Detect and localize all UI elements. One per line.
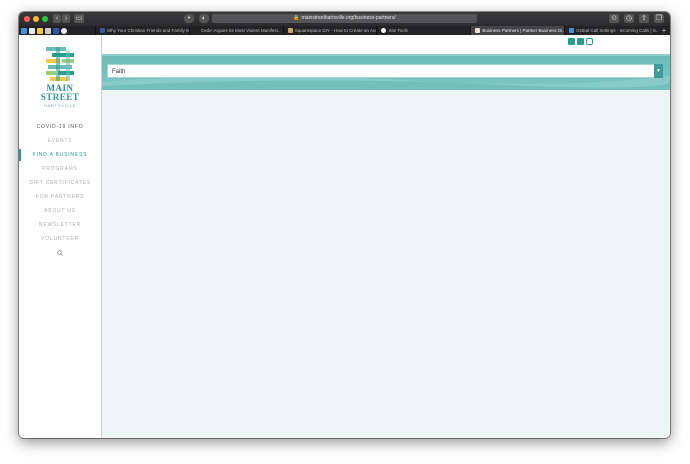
tab-favicon [287,28,293,33]
browser-tab-active[interactable]: Business Partners | Partner Business Di.… [470,26,565,35]
main-content: Faith ▼ [102,35,670,438]
pinned-tab-icon[interactable] [21,27,27,34]
tab-favicon [569,28,575,33]
browser-window: ‹ › ▭ • ◐ 🔒 mainstreethartsville.org/busi… [19,12,670,438]
tab-favicon [193,28,199,33]
address-bar[interactable]: 🔒 mainstreethartsville.org/business-partn… [212,14,477,23]
back-button[interactable]: ‹ [53,14,61,23]
browser-tab[interactable]: Cede' Argues Its Most Violent Manifest..… [188,26,283,35]
chevron-down-icon[interactable]: ▼ [654,64,663,78]
nav-programs[interactable]: PROGRAMS [19,166,101,172]
category-select[interactable]: Faith ▼ [107,64,663,78]
tab-favicon [475,28,481,33]
search-icon[interactable] [57,250,63,256]
browser-tab[interactable]: Global Call Settings - Incoming Calls | … [564,26,658,35]
pinned-tabs [19,26,95,35]
nav-about-us[interactable]: ABOUT US [19,208,101,214]
maximize-window-button[interactable] [42,16,48,22]
browser-titlebar: ‹ › ▭ • ◐ 🔒 mainstreethartsville.org/busi… [19,12,670,26]
tabs-overview-icon[interactable]: ❐ [654,14,664,23]
pinned-tab-icon[interactable] [37,27,43,34]
minimize-window-button[interactable] [33,16,39,22]
close-window-button[interactable] [24,16,30,22]
nav-gift-certificates[interactable]: GIFT CERTIFICATES [19,180,101,186]
instagram-icon[interactable] [586,38,593,45]
lock-icon: 🔒 [293,15,300,21]
logo-line-hartsville: HARTSVILLE [43,103,77,108]
top-strip [102,35,670,54]
tab-favicon [381,28,387,33]
downloads-icon[interactable]: ⊙ [609,14,619,23]
site-sidebar: MAIN STREET HARTSVILLE COVID-19 INFO EVE… [19,35,102,438]
category-select-value: Faith [112,69,126,75]
page-viewport: MAIN STREET HARTSVILLE COVID-19 INFO EVE… [19,35,670,438]
pinned-tab-icon[interactable] [61,27,67,34]
twitter-icon[interactable] [577,38,584,45]
filter-band: Faith ▼ [102,54,670,90]
logo-line-street: STREET [40,92,80,102]
pinned-tab-icon[interactable] [45,27,51,34]
sidebar-toggle-icon[interactable]: ▭ [74,14,84,23]
tab-favicon [100,28,105,33]
nav-newsletter[interactable]: NEWSLETTER [19,222,101,228]
nav-for-partners[interactable]: FOR PARTNERS [19,194,101,200]
nav-covid-info[interactable]: COVID-19 INFO [19,124,101,130]
url-text: mainstreethartsville.org/business-partne… [301,15,396,21]
pinned-tab-icon[interactable] [53,27,59,34]
nav-find-a-business[interactable]: FIND A BUSINESS [19,152,101,158]
extension-icon[interactable]: • [184,14,194,23]
new-tab-button[interactable]: + [658,26,670,35]
share-icon[interactable]: ⇪ [639,14,649,23]
tab-bar: Why Your Christian Friends and Family M.… [19,26,670,35]
logo-wordmark[interactable]: MAIN STREET [19,84,101,102]
forward-button[interactable]: › [62,14,70,23]
main-street-logo-icon[interactable] [46,47,74,81]
browser-tab[interactable]: Site Tools [376,26,470,35]
browser-tab[interactable]: Squarespace DIY - How to Create an Acc..… [282,26,376,35]
browser-tab[interactable]: Why Your Christian Friends and Family M.… [95,26,189,35]
history-icon[interactable]: ◷ [624,14,634,23]
pinned-tab-icon[interactable] [29,27,35,34]
facebook-icon[interactable] [568,38,575,45]
nav-events[interactable]: EVENTS [19,138,101,144]
privacy-icon[interactable]: ◐ [199,14,209,23]
nav-volunteer[interactable]: VOLUNTEER [19,236,101,242]
